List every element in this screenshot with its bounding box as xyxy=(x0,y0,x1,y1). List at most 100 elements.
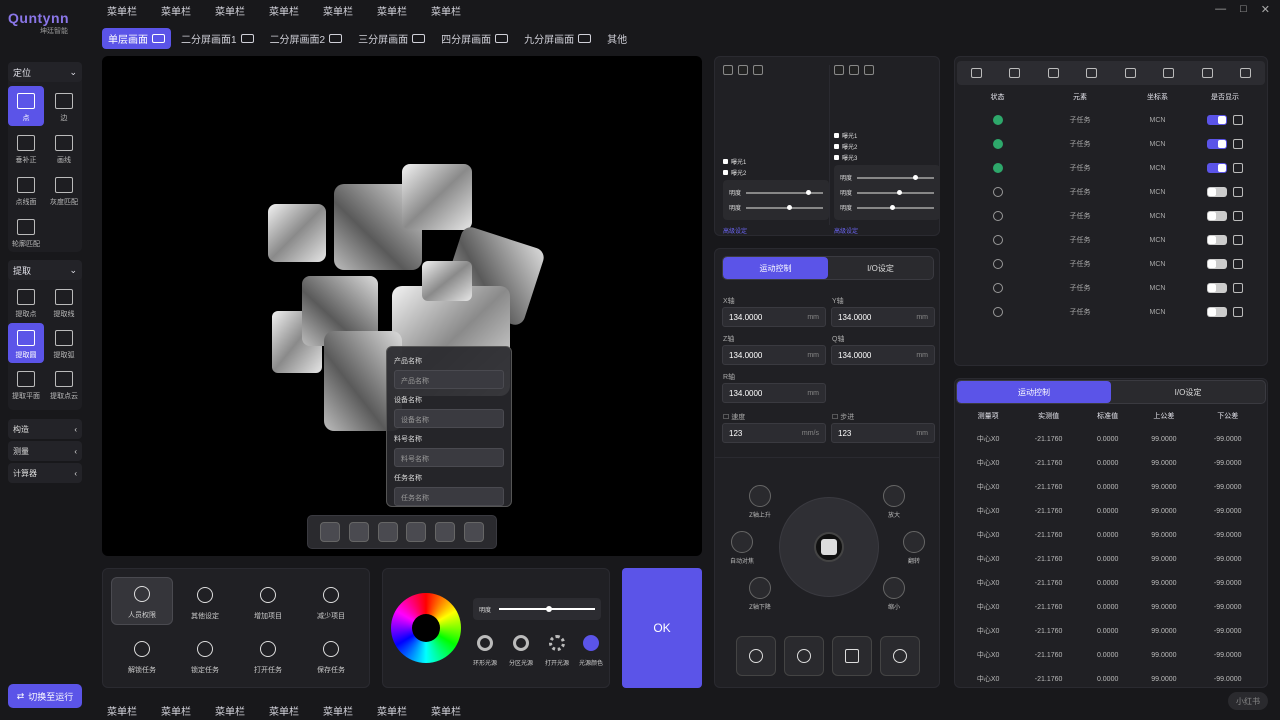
step-checkbox[interactable]: ☐ 步进 xyxy=(832,412,854,422)
annotate-region-icon[interactable] xyxy=(377,522,398,542)
slider-thumb[interactable] xyxy=(805,189,811,195)
menu-item[interactable]: 菜单栏 xyxy=(377,703,407,718)
unlock-task-button[interactable]: 解锁任务 xyxy=(111,631,173,679)
advanced-settings-link[interactable]: 高级设定 xyxy=(723,226,829,235)
visibility-toggle[interactable] xyxy=(1207,163,1227,173)
tab-motion-control[interactable]: 运动控制 xyxy=(723,257,828,279)
measure-region-icon[interactable] xyxy=(348,522,369,542)
visibility-toggle[interactable] xyxy=(1207,259,1227,269)
table-row[interactable]: 中心X0 -21.1760 0.0000 99.0000 -99.0000 xyxy=(961,667,1261,687)
visibility-toggle[interactable] xyxy=(1207,139,1227,149)
tab-io-settings[interactable]: I/O设定 xyxy=(828,257,933,279)
brightness-slider-1[interactable]: 明度 xyxy=(840,173,934,182)
tool-extract-circle[interactable]: 提取圆 xyxy=(8,323,44,363)
settings-button[interactable] xyxy=(784,636,824,676)
slider-thumb[interactable] xyxy=(897,189,903,195)
zoom-in-button[interactable] xyxy=(883,485,905,507)
speed-input[interactable]: 123 mm/s xyxy=(722,423,826,443)
table-row[interactable]: 中心X0 -21.1760 0.0000 99.0000 -99.0000 xyxy=(961,427,1261,451)
exposure-1-checkbox[interactable]: 曝光1 xyxy=(834,131,940,140)
menu-item[interactable]: 菜单栏 xyxy=(323,703,353,718)
r-axis-input[interactable]: 134.0000 mm xyxy=(722,383,826,403)
advanced-settings-link[interactable]: 高级设定 xyxy=(834,226,940,235)
tool-gray-match[interactable]: 灰度匹配 xyxy=(46,170,82,210)
table-row[interactable]: 子任务 MCN xyxy=(960,204,1260,228)
tab-single-view[interactable]: 单层画面 xyxy=(102,28,171,49)
stop-icon[interactable] xyxy=(834,65,844,75)
exposure-2-checkbox[interactable]: 曝光2 xyxy=(834,142,940,151)
menu-item[interactable]: 菜单栏 xyxy=(215,703,245,718)
edit-icon[interactable] xyxy=(1233,163,1243,173)
visibility-toggle[interactable] xyxy=(1207,211,1227,221)
tool-compensate[interactable]: 垂补正 xyxy=(8,128,44,168)
brightness-slider-1[interactable]: 明度 xyxy=(729,188,823,197)
edit-icon[interactable] xyxy=(1233,211,1243,221)
refresh-icon[interactable] xyxy=(970,68,982,78)
task-name-input[interactable]: 任务名称 xyxy=(394,487,504,506)
save-task-button[interactable]: 保存任务 xyxy=(300,631,362,679)
tab-io-settings[interactable]: I/O设定 xyxy=(1111,381,1265,403)
tab-split3-view[interactable]: 三分屏画面 xyxy=(352,28,431,49)
section-header-locate[interactable]: 定位 ⌄ xyxy=(8,62,82,82)
table-row[interactable]: 中心X0 -21.1760 0.0000 99.0000 -99.0000 xyxy=(961,547,1261,571)
edit-icon[interactable] xyxy=(1233,139,1243,149)
export-region-icon[interactable] xyxy=(406,522,427,542)
step-input[interactable]: 123 mm xyxy=(831,423,935,443)
swap-icon[interactable] xyxy=(864,65,874,75)
section-calculator[interactable]: 计算器 ‹ xyxy=(8,463,82,483)
tool-extract-line[interactable]: 提取线 xyxy=(46,282,82,322)
eye-icon[interactable] xyxy=(1009,68,1021,78)
slider-thumb[interactable] xyxy=(787,204,793,210)
points-icon[interactable] xyxy=(434,522,455,542)
exposure-2-checkbox[interactable]: 曝光2 xyxy=(723,168,829,177)
zoom-out-button[interactable] xyxy=(883,577,905,599)
slider-thumb[interactable] xyxy=(912,174,918,180)
tool-extract-plane[interactable]: 提取平面 xyxy=(8,364,44,404)
section-measure[interactable]: 测量 ‹ xyxy=(8,441,82,461)
flip-button[interactable] xyxy=(903,531,925,553)
tab-split4-view[interactable]: 四分屏画面 xyxy=(435,28,514,49)
color-wheel[interactable] xyxy=(391,593,461,663)
close-button[interactable]: ✕ xyxy=(1261,3,1270,16)
table-row[interactable]: 子任务 MCN xyxy=(960,228,1260,252)
menu-item[interactable]: 菜单栏 xyxy=(215,3,245,18)
tool-contour-match[interactable]: 轮廓匹配 xyxy=(8,212,44,252)
tab-split2-view-2[interactable]: 二分屏画面2 xyxy=(264,28,349,49)
table-row[interactable]: 子任务 MCN xyxy=(960,156,1260,180)
edit-icon[interactable] xyxy=(1233,283,1243,293)
eye-closed-icon[interactable] xyxy=(1047,68,1059,78)
table-row[interactable]: 中心X0 -21.1760 0.0000 99.0000 -99.0000 xyxy=(961,595,1261,619)
tool-extract-point[interactable]: 提取点 xyxy=(8,282,44,322)
table-row[interactable]: 中心X0 -21.1760 0.0000 99.0000 -99.0000 xyxy=(961,475,1261,499)
visibility-toggle[interactable] xyxy=(1207,307,1227,317)
menu-item[interactable]: 菜单栏 xyxy=(431,703,461,718)
tool-extract-arc[interactable]: 提取弧 xyxy=(46,323,82,363)
edit-icon[interactable] xyxy=(1233,187,1243,197)
brightness-slider[interactable]: 明度 xyxy=(473,598,601,620)
add-item-button[interactable]: 增加项目 xyxy=(237,577,299,625)
auto-focus-button[interactable] xyxy=(731,531,753,553)
slider-thumb[interactable] xyxy=(889,204,895,210)
menu-item[interactable]: 菜单栏 xyxy=(107,3,137,18)
exposure-3-checkbox[interactable]: 曝光3 xyxy=(834,153,940,162)
menu-item[interactable]: 菜单栏 xyxy=(107,703,137,718)
zone-light-icon[interactable] xyxy=(513,635,529,651)
tool-draw-line[interactable]: 画线 xyxy=(46,128,82,168)
table-row[interactable]: 中心X0 -21.1760 0.0000 99.0000 -99.0000 xyxy=(961,499,1261,523)
other-settings-button[interactable]: 其他设定 xyxy=(174,577,236,625)
exposure-1-checkbox[interactable]: 曝光1 xyxy=(723,157,829,166)
brightness-thumb[interactable] xyxy=(545,606,552,612)
tab-other-view[interactable]: 其他 xyxy=(601,28,633,49)
zoom-region-icon[interactable] xyxy=(320,522,341,542)
menu-item[interactable]: 菜单栏 xyxy=(323,3,353,18)
light-on-icon[interactable] xyxy=(549,635,565,651)
remove-item-button[interactable]: 减少项目 xyxy=(300,577,362,625)
play-icon[interactable] xyxy=(738,65,748,75)
edit-icon[interactable] xyxy=(1233,235,1243,245)
stop-icon[interactable] xyxy=(723,65,733,75)
brightness-slider-3[interactable]: 明度 xyxy=(840,203,934,212)
menu-item[interactable]: 菜单栏 xyxy=(269,703,299,718)
brightness-slider-2[interactable]: 明度 xyxy=(729,203,823,212)
menu-item[interactable]: 菜单栏 xyxy=(269,3,299,18)
menu-item[interactable]: 菜单栏 xyxy=(377,3,407,18)
